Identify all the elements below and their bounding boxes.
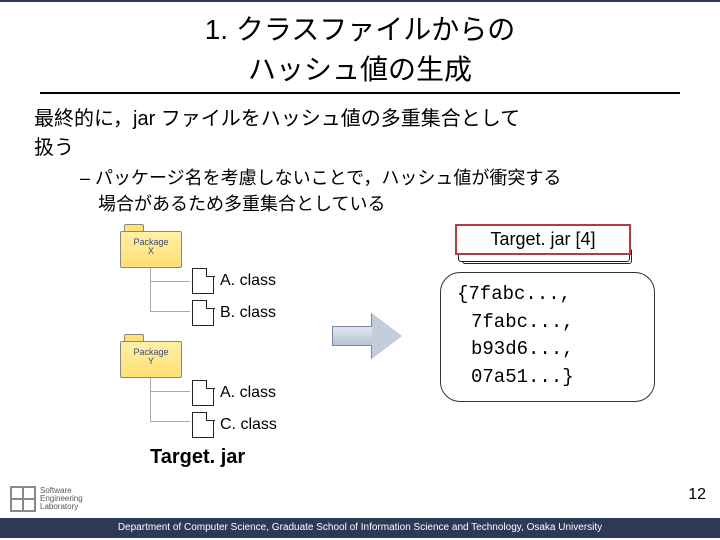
logo-text: Software Engineering Laboratory: [40, 487, 83, 511]
file-label-c: C. class: [220, 416, 277, 434]
folder-package-y: Package Y: [120, 334, 182, 378]
file-label-a1: A. class: [220, 272, 276, 290]
footer-bar: Department of Computer Science, Graduate…: [0, 518, 720, 538]
connector: [150, 378, 190, 422]
target-title-text: Target. jar [4]: [490, 229, 595, 249]
target-jar-label: Target. jar: [150, 446, 245, 469]
body-line-1: 最終的に，jar ファイルをハッシュ値の多重集合として: [34, 102, 690, 131]
footer-text: Department of Computer Science, Graduate…: [118, 522, 602, 533]
arrow-icon: [332, 314, 402, 358]
hash-multiset-box: {7fabc..., 7fabc..., b93d6..., 07a51...}: [440, 272, 655, 402]
folder-label-x: Package X: [120, 238, 182, 257]
connector: [150, 268, 190, 312]
sub-bullet-line-2: 場合があるため多重集合としている: [80, 190, 690, 216]
lab-logo: Software Engineering Laboratory: [10, 484, 130, 514]
folder-label-y: Package Y: [120, 348, 182, 367]
body-line-2: 扱う: [34, 131, 690, 160]
title-line-2: ハッシュ値の生成: [248, 54, 472, 85]
diagram: Package X A. class B. class Package Y A.…: [0, 224, 720, 479]
file-icon: [192, 412, 214, 438]
file-label-a2: A. class: [220, 384, 276, 402]
logo-mark-icon: [10, 486, 36, 512]
hash-line-2: 7fabc...,: [457, 311, 574, 333]
file-label-b: B. class: [220, 304, 276, 322]
hash-line-4: 07a51...}: [457, 366, 574, 388]
hash-line-3: b93d6...,: [457, 338, 574, 360]
sub-bullet: – パッケージ名を考慮しないことで，ハッシュ値が衝突する 場合があるため多重集合…: [34, 160, 690, 216]
slide-number: 12: [688, 486, 706, 504]
title-line-1: 1. クラスファイルからの: [205, 14, 516, 45]
target-title-box: Target. jar [4]: [455, 224, 631, 255]
file-icon: [192, 268, 214, 294]
folder-package-x: Package X: [120, 224, 182, 268]
hash-line-1: {7fabc...,: [457, 283, 571, 305]
title-underline: [40, 92, 680, 94]
body-text: 最終的に，jar ファイルをハッシュ値の多重集合として 扱う – パッケージ名を…: [0, 102, 720, 216]
file-icon: [192, 300, 214, 326]
slide-title: 1. クラスファイルからの ハッシュ値の生成: [0, 2, 720, 92]
sub-bullet-line-1: – パッケージ名を考慮しないことで，ハッシュ値が衝突する: [80, 164, 690, 190]
file-icon: [192, 380, 214, 406]
slide: 1. クラスファイルからの ハッシュ値の生成 最終的に，jar ファイルをハッシ…: [0, 0, 720, 540]
